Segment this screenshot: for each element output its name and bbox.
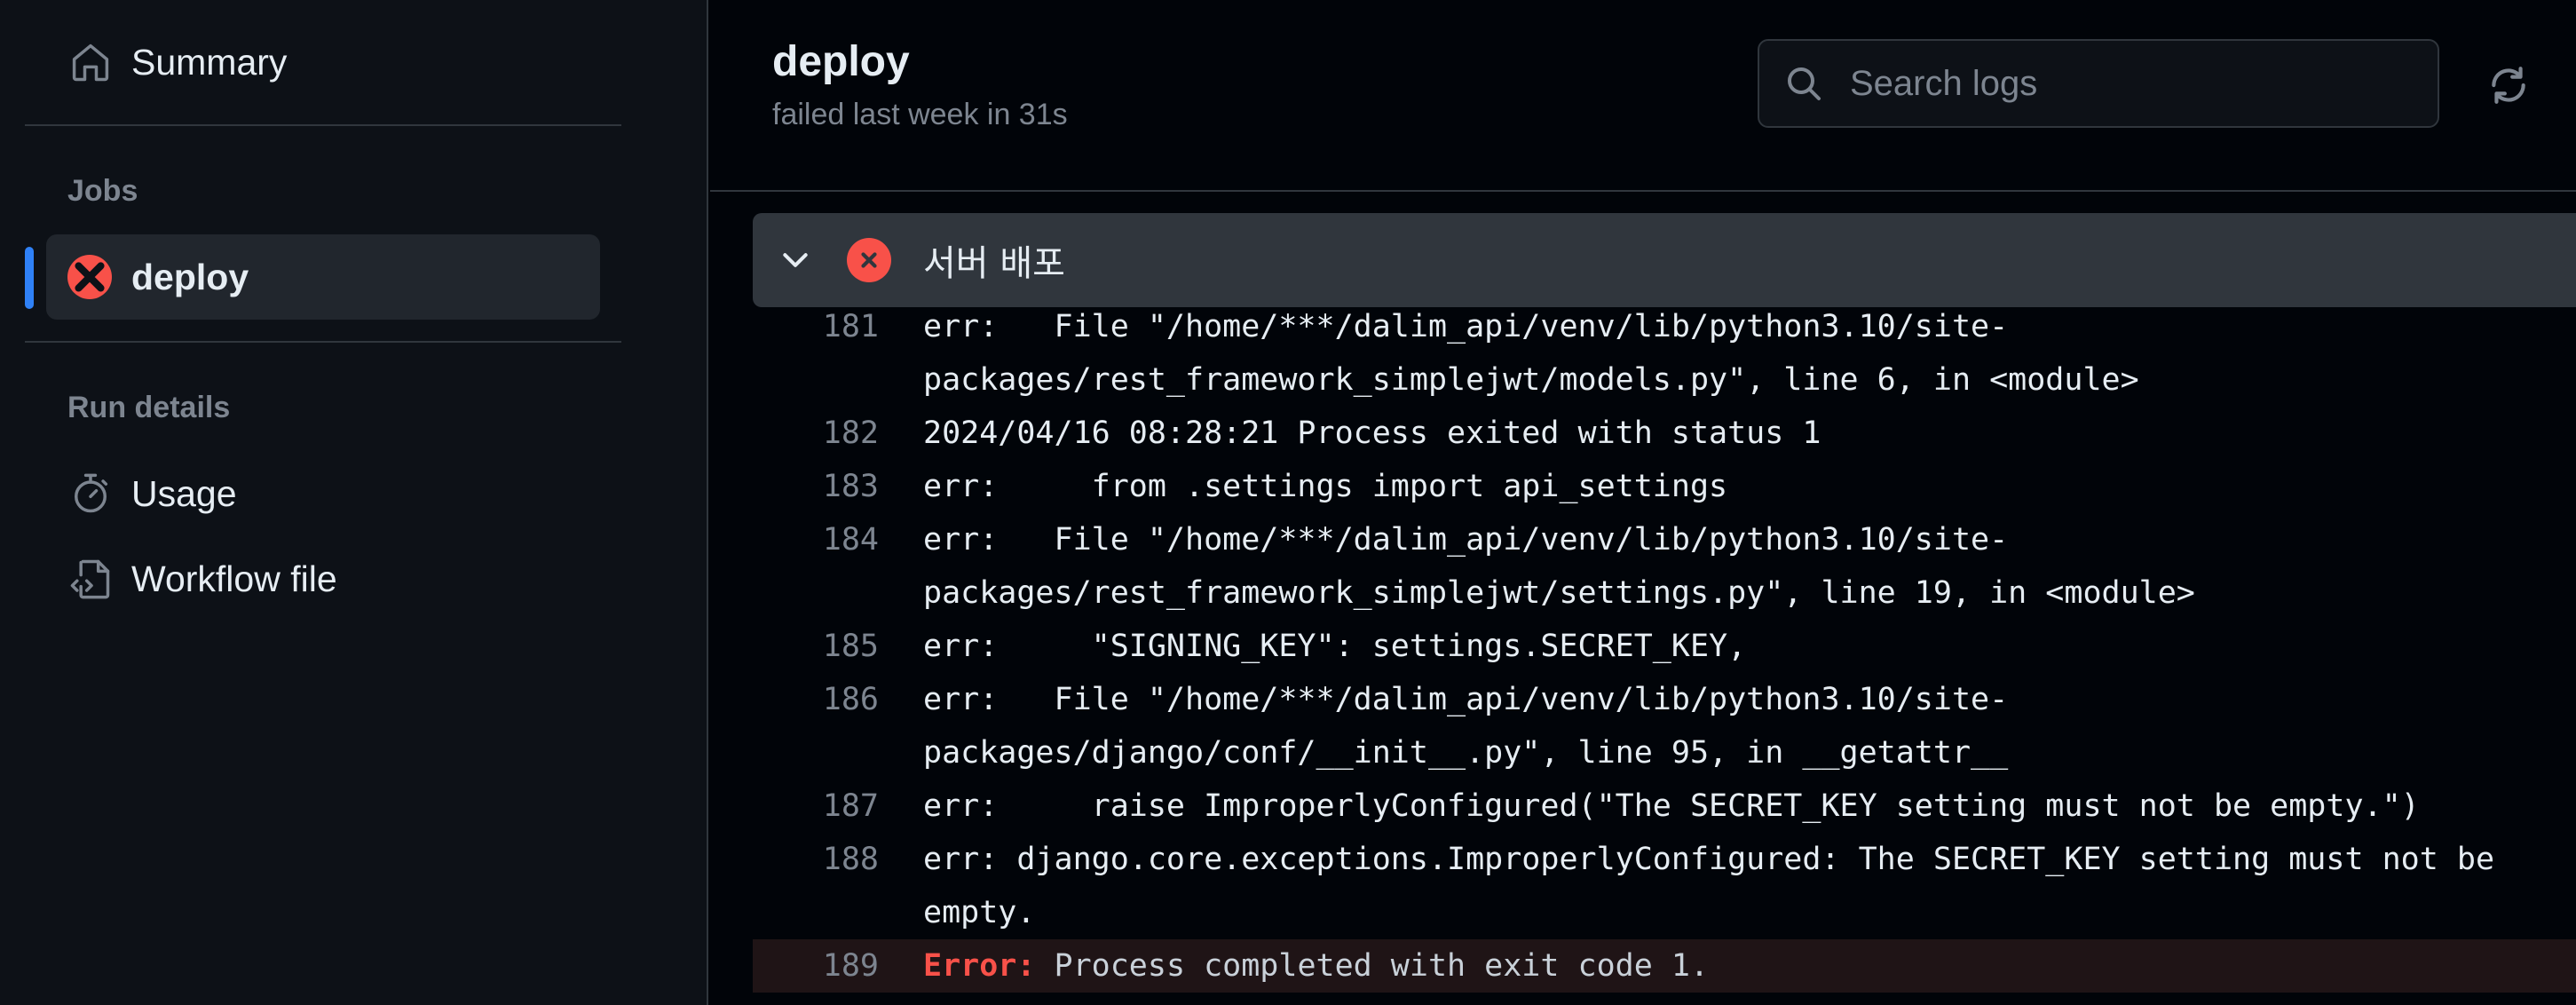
log-line: 186 err: File "/home/***/dalim_api/venv/… bbox=[753, 673, 2576, 779]
sidebar-item-workflow-file[interactable]: Workflow file bbox=[46, 536, 600, 621]
sidebar: Summary Jobs deploy Run details Usage Wo… bbox=[0, 0, 708, 1005]
sidebar-item-label: Usage bbox=[131, 472, 237, 514]
log-line-number[interactable]: 185 bbox=[753, 620, 879, 673]
log-line-text: 2024/04/16 08:28:21 Process exited with … bbox=[923, 415, 1821, 451]
log-line-text: err: File "/home/***/dalim_api/venv/lib/… bbox=[923, 309, 2139, 398]
log-line-text: err: File "/home/***/dalim_api/venv/lib/… bbox=[923, 522, 2195, 611]
log-viewer[interactable]: 181 err: File "/home/***/dalim_api/venv/… bbox=[753, 307, 2576, 1005]
log-line-number[interactable]: 186 bbox=[753, 673, 879, 779]
sync-icon bbox=[2492, 67, 2525, 104]
log-line-text: err: from .settings import api_settings bbox=[923, 469, 1728, 504]
sidebar-divider bbox=[25, 341, 621, 343]
page-title: deploy bbox=[772, 38, 910, 85]
log-line-number[interactable]: 189 bbox=[753, 939, 879, 993]
jobs-heading: Jobs bbox=[67, 174, 138, 208]
log-line: 185 err: "SIGNING_KEY": settings.SECRET_… bbox=[753, 620, 2576, 673]
log-line-number[interactable]: 181 bbox=[753, 307, 879, 407]
sidebar-item-summary[interactable]: Summary bbox=[46, 20, 600, 105]
log-line-error: 189 Error: Process completed with exit c… bbox=[753, 939, 2576, 993]
log-line-number[interactable]: 188 bbox=[753, 833, 879, 939]
run-details-heading: Run details bbox=[67, 391, 231, 424]
log-line-text: err: File "/home/***/dalim_api/venv/lib/… bbox=[923, 682, 2009, 771]
step-header[interactable]: 서버 배포 bbox=[753, 213, 2576, 307]
sidebar-item-label: Workflow file bbox=[131, 558, 337, 599]
error-message: Process completed with exit code 1. bbox=[1035, 948, 1710, 984]
step-failed-icon bbox=[847, 238, 891, 282]
search-logs-field[interactable] bbox=[1758, 39, 2439, 128]
sidebar-item-label: deploy bbox=[131, 256, 249, 297]
error-label: Error: bbox=[923, 948, 1036, 984]
sidebar-item-usage[interactable]: Usage bbox=[46, 451, 600, 536]
log-line-text: Error: Process completed with exit code … bbox=[879, 939, 2576, 993]
step-title: 서버 배포 bbox=[923, 243, 1065, 284]
log-line-number[interactable]: 187 bbox=[753, 779, 879, 833]
job-status-text: failed last week in 31s bbox=[772, 98, 1068, 131]
job-header: deploy failed last week in 31s bbox=[710, 0, 2576, 192]
log-line-text: err: "SIGNING_KEY": settings.SECRET_KEY, bbox=[923, 629, 1747, 664]
sidebar-item-job-deploy[interactable]: deploy bbox=[46, 234, 600, 320]
log-line: 188 err: django.core.exceptions.Improper… bbox=[753, 833, 2576, 939]
log-line: 187 err: raise ImproperlyConfigured("The… bbox=[753, 779, 2576, 833]
log-line: 181 err: File "/home/***/dalim_api/venv/… bbox=[753, 307, 2576, 407]
search-input[interactable] bbox=[1848, 44, 2438, 123]
log-line-number[interactable]: 184 bbox=[753, 513, 879, 620]
log-line-text: err: django.core.exceptions.ImproperlyCo… bbox=[923, 842, 2514, 930]
log-line-text: err: raise ImproperlyConfigured("The SEC… bbox=[923, 788, 2420, 824]
log-line-number[interactable]: 183 bbox=[753, 460, 879, 513]
search-icon bbox=[1759, 62, 1848, 105]
log-line: 183 err: from .settings import api_setti… bbox=[753, 460, 2576, 513]
log-line-number[interactable]: 182 bbox=[753, 407, 879, 460]
log-line: 184 err: File "/home/***/dalim_api/venv/… bbox=[753, 513, 2576, 620]
active-job-indicator bbox=[25, 247, 34, 309]
sidebar-item-label: Summary bbox=[131, 41, 288, 83]
file-code-icon bbox=[46, 556, 131, 602]
chevron-down-icon[interactable] bbox=[753, 242, 838, 278]
stopwatch-icon bbox=[46, 471, 131, 517]
sidebar-divider bbox=[25, 124, 621, 126]
log-line: 182 2024/04/16 08:28:21 Process exited w… bbox=[753, 407, 2576, 460]
job-status-failed-icon bbox=[46, 255, 131, 299]
refresh-button[interactable] bbox=[2477, 53, 2540, 117]
home-icon bbox=[46, 39, 131, 85]
